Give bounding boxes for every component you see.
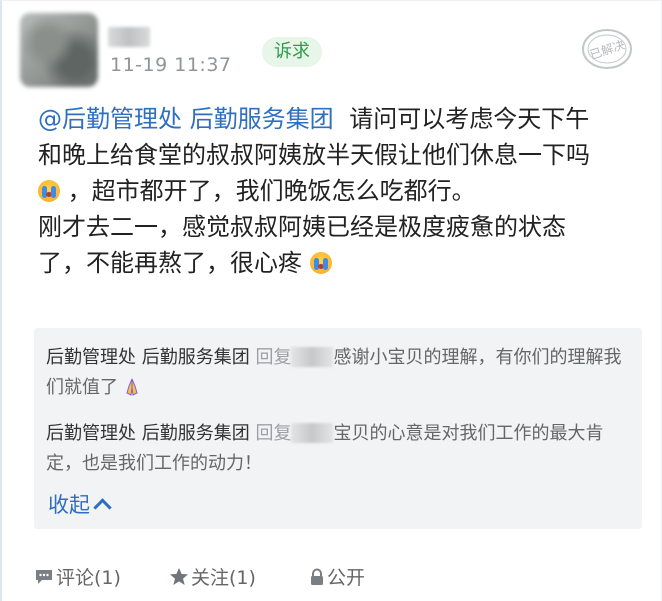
body-text-3: ，超市都开了，我们晚饭怎么吃都行。 xyxy=(67,177,476,205)
comment-count-label: 评论(1) xyxy=(56,567,121,589)
reply-target-masked xyxy=(291,423,334,443)
collapse-replies-button[interactable]: 收起 xyxy=(48,489,112,519)
comment-button[interactable]: 评论(1) xyxy=(34,563,121,590)
username-masked[interactable] xyxy=(108,27,150,47)
body-line-5: 了，不能再熬了，很心疼 xyxy=(38,245,643,281)
reply-author[interactable]: 后勤管理处 后勤服务集团 xyxy=(46,347,250,368)
reply-item: 后勤管理处 后勤服务集团 回复 感谢小宝贝的理解，有你们的理解我们就值了 xyxy=(46,343,632,403)
body-text-5: 了，不能再熬了，很心疼 xyxy=(38,249,302,277)
body-line-3: ，超市都开了，我们晚饭怎么吃都行。 xyxy=(38,173,643,209)
reply-author[interactable]: 后勤管理处 后勤服务集团 xyxy=(46,423,250,444)
reply-keyword: 回复 xyxy=(255,347,292,368)
category-tag: 诉求 xyxy=(262,37,322,67)
mention-link[interactable]: @后勤管理处 后勤服务集团 xyxy=(38,105,334,133)
body-text-1: 请问可以考虑今天下午 xyxy=(349,105,590,133)
chevron-up-icon xyxy=(93,498,112,517)
reply-target-masked xyxy=(291,347,334,367)
body-line-2: 和晚上给食堂的叔叔阿姨放半天假让他们休息一下吗 xyxy=(38,141,590,169)
post-timestamp: 11-19 11:37 xyxy=(110,54,232,76)
avatar[interactable] xyxy=(20,13,98,87)
visibility-indicator[interactable]: 公开 xyxy=(309,563,365,590)
reply-keyword: 回复 xyxy=(255,423,292,444)
star-icon xyxy=(170,568,188,585)
comment-icon xyxy=(36,569,52,584)
resolved-stamp-icon: 已解决 xyxy=(582,29,632,69)
crying-emoji-icon xyxy=(38,180,60,202)
praying-hands-icon xyxy=(126,378,138,396)
collapse-label: 收起 xyxy=(48,493,90,517)
reply-item: 后勤管理处 后勤服务集团 回复 宝贝的心意是对我们工作的最大肯定，也是我们工作的动… xyxy=(46,419,632,479)
visibility-label: 公开 xyxy=(327,567,366,589)
body-line-4: 刚才去二一，感觉叔叔阿姨已经是极度疲惫的状态 xyxy=(38,213,566,241)
body-line-1: @后勤管理处 后勤服务集团 请问可以考虑今天下午 xyxy=(38,101,643,137)
post-body: @后勤管理处 后勤服务集团 请问可以考虑今天下午 和晚上给食堂的叔叔阿姨放半天假… xyxy=(38,101,643,281)
replies-panel: 后勤管理处 后勤服务集团 回复 感谢小宝贝的理解，有你们的理解我们就值了 后勤管理… xyxy=(34,328,642,529)
follow-count-label: 关注(1) xyxy=(191,567,256,589)
post-card: 11-19 11:37 诉求 已解决 @后勤管理处 后勤服务集团 请问可以考虑今… xyxy=(0,0,662,601)
lock-icon xyxy=(311,568,323,585)
follow-button[interactable]: 关注(1) xyxy=(169,563,256,590)
crying-emoji-icon xyxy=(309,252,332,274)
